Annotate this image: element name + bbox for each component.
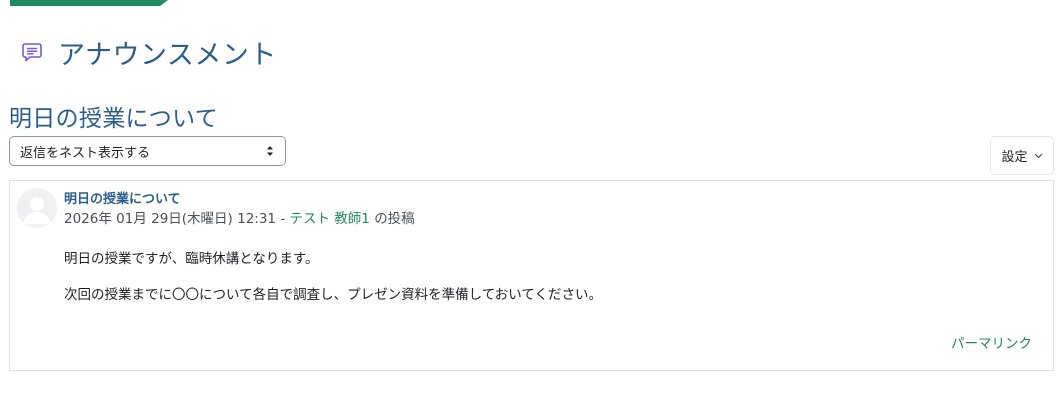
post-meta: 2026年 01月 29日(木曜日) 12:31 - テスト 教師1 の投稿 <box>64 207 415 227</box>
post-body: 明日の授業ですが、臨時休講となります。 次回の授業までに〇〇について各自で調査し… <box>64 249 602 321</box>
forum-icon <box>20 40 44 64</box>
display-mode-select[interactable]: 返信をネスト表示する <box>9 136 286 166</box>
forum-post: 明日の授業について 2026年 01月 29日(木曜日) 12:31 - テスト… <box>9 180 1054 371</box>
page-title: アナウンスメント <box>58 39 277 71</box>
meta-separator: - <box>280 211 286 227</box>
settings-button[interactable]: 設定 <box>990 136 1054 175</box>
author-suffix: の投稿 <box>374 211 415 227</box>
avatar[interactable] <box>17 188 57 228</box>
chevron-down-icon <box>1034 153 1043 159</box>
page-header: アナウンスメント <box>20 34 277 71</box>
author-link[interactable]: テスト 教師1 <box>290 211 370 227</box>
course-nav-tab-indicator <box>10 0 160 6</box>
settings-label: 設定 <box>1001 150 1028 165</box>
post-date: 2026年 01月 29日(木曜日) 12:31 <box>64 211 277 227</box>
post-paragraph: 次回の授業までに〇〇について各自で調査し、プレゼン資料を準備しておいてください。 <box>64 287 602 303</box>
permalink-link[interactable]: パーマリンク <box>951 332 1032 352</box>
post-subject: 明日の授業について <box>64 192 181 207</box>
course-nav-tab-tail <box>160 0 168 6</box>
display-mode-value: 返信をネスト表示する <box>20 145 151 161</box>
discussion-title: 明日の授業について <box>9 106 219 132</box>
post-paragraph: 明日の授業ですが、臨時休講となります。 <box>64 251 319 267</box>
select-arrows-icon <box>265 144 275 158</box>
